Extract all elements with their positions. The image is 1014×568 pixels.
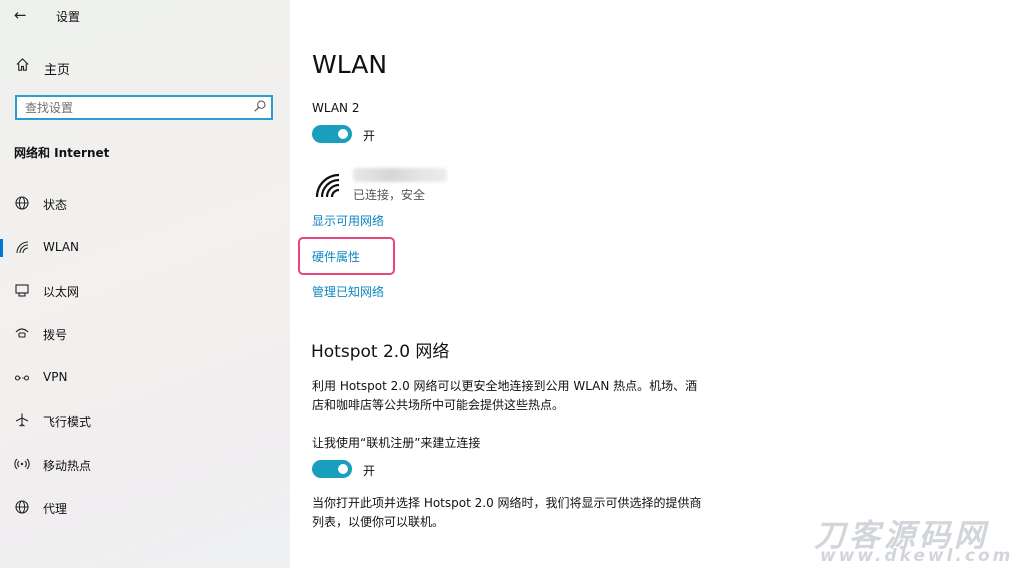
note-line: 当你打开此项并选择 Hotspot 2.0 网络时，我们将显示可供选择的提供商: [312, 496, 702, 510]
section-title: 网络和 Internet: [14, 146, 110, 160]
wlan-toggle[interactable]: [312, 125, 352, 143]
sidebar-item-label: 移动热点: [43, 459, 92, 473]
sidebar: ← 设置 主页 网络和 Internet 状态 WLAN: [0, 0, 290, 568]
wifi-signal-icon: [315, 173, 340, 198]
sidebar-item-home[interactable]: 主页: [0, 54, 290, 80]
sidebar-item-vpn[interactable]: VPN: [0, 363, 290, 393]
online-signup-caption: 让我使用“联机注册”来建立连接: [312, 436, 481, 450]
hotspot-icon: [14, 458, 30, 470]
toggle-knob: [338, 464, 348, 474]
sidebar-item-hotspot[interactable]: 移动热点: [0, 450, 290, 480]
sidebar-item-wlan[interactable]: WLAN: [0, 233, 290, 263]
main-content: WLAN WLAN 2 开 已连接，安全 显示可用网络 硬件属性 管理已知网络 …: [290, 0, 1014, 568]
page-title: WLAN: [312, 50, 388, 79]
globe-proxy-icon: [15, 500, 29, 514]
sidebar-item-label: 以太网: [43, 285, 80, 299]
sidebar-item-status[interactable]: 状态: [0, 189, 290, 219]
network-status: 已连接，安全: [353, 188, 426, 202]
watermark-url: www.dkewl.com: [820, 546, 1014, 566]
online-signup-toggle-label: 开: [363, 464, 376, 478]
hotspot-description: 利用 Hotspot 2.0 网络可以更安全地连接到公用 WLAN 热点。机场、…: [312, 377, 722, 415]
selected-indicator: [0, 239, 3, 257]
airplane-icon: [15, 413, 29, 427]
adapter-name: WLAN 2: [312, 101, 360, 115]
sidebar-item-label: 状态: [43, 198, 68, 212]
home-icon: [16, 58, 29, 71]
note-line: 列表，以便你可以联机。: [312, 515, 445, 529]
network-name-blurred: [353, 168, 447, 182]
show-available-networks-link[interactable]: 显示可用网络: [312, 212, 384, 229]
search-input[interactable]: [17, 97, 251, 118]
wlan-toggle-label: 开: [363, 129, 376, 143]
search-icon[interactable]: [253, 99, 267, 113]
description-line: 利用 Hotspot 2.0 网络可以更安全地连接到公用 WLAN 热点。机场、…: [312, 379, 698, 393]
sidebar-item-proxy[interactable]: 代理: [0, 493, 290, 523]
sidebar-item-label: 飞行模式: [43, 415, 92, 429]
back-arrow-icon[interactable]: ←: [14, 6, 27, 24]
hotspot-note: 当你打开此项并选择 Hotspot 2.0 网络时，我们将显示可供选择的提供商 …: [312, 494, 722, 532]
sidebar-item-label: 代理: [43, 502, 68, 516]
manage-known-networks-link[interactable]: 管理已知网络: [312, 283, 384, 300]
wifi-icon: [16, 241, 29, 254]
toggle-knob: [338, 129, 348, 139]
hotspot-heading: Hotspot 2.0 网络: [311, 342, 450, 362]
watermark: 刀客源码网 www.dkewl.com: [812, 510, 1012, 568]
ethernet-icon: [15, 284, 29, 297]
sidebar-item-label: WLAN: [43, 240, 80, 254]
globe-status-icon: [15, 196, 29, 210]
sidebar-item-dialup[interactable]: 拨号: [0, 319, 290, 349]
dialup-icon: [15, 328, 29, 338]
sidebar-item-label: 拨号: [43, 328, 68, 342]
hardware-properties-link[interactable]: 硬件属性: [312, 248, 360, 265]
description-line: 店和咖啡店等公共场所中可能会提供这些热点。: [312, 398, 565, 412]
title-bar: ← 设置: [0, 0, 290, 30]
online-signup-toggle[interactable]: [312, 460, 352, 478]
home-label: 主页: [44, 63, 71, 78]
sidebar-item-airplane[interactable]: 飞行模式: [0, 406, 290, 436]
sidebar-item-ethernet[interactable]: 以太网: [0, 276, 290, 306]
vpn-icon: [14, 375, 30, 381]
search-box[interactable]: [15, 95, 273, 120]
app-title: 设置: [56, 10, 81, 24]
sidebar-item-label: VPN: [43, 370, 68, 384]
